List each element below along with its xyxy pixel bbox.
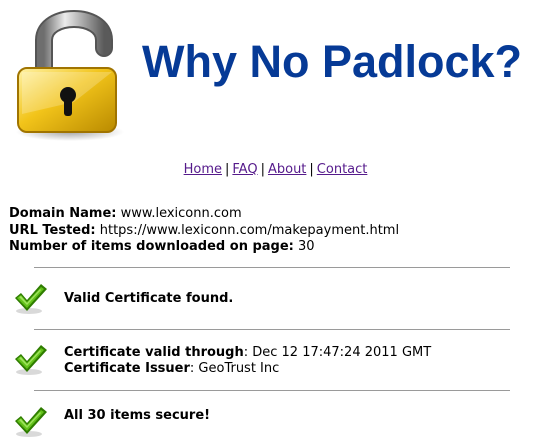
domain-name-value: www.lexiconn.com [120,206,242,221]
divider [34,390,510,391]
result-certificate-details: Certificate valid through: Dec 12 17:47:… [64,345,431,377]
valid-through-row: Certificate valid through: Dec 12 17:47:… [64,345,431,361]
divider [34,267,510,268]
url-tested-row: URL Tested: https://www.lexiconn.com/mak… [9,223,399,240]
checkmark-icon [15,284,47,314]
nav-separator: | [309,162,314,177]
nav-separator: | [260,162,265,177]
divider [34,329,510,330]
issuer-row: Certificate Issuer: GeoTrust Inc [64,361,431,377]
url-tested-value: https://www.lexiconn.com/makepayment.htm… [99,222,400,238]
nav-home-link[interactable]: Home [184,162,222,177]
items-downloaded-label: Number of items downloaded on page: [9,239,294,254]
items-downloaded-row: Number of items downloaded on page: 30 [9,239,399,256]
domain-name-row: Domain Name: www.lexiconn.com [9,206,399,223]
url-tested-label: URL Tested: [9,222,96,238]
nav-separator: | [225,162,230,177]
nav-about-link[interactable]: About [268,162,306,177]
result-certificate-found: Valid Certificate found. [64,291,233,307]
valid-through-value: : Dec 12 17:47:24 2011 GMT [243,345,432,360]
open-padlock-icon [16,10,124,141]
checkmark-icon [15,407,47,437]
issuer-label: Certificate Issuer [64,361,190,376]
valid-through-label: Certificate valid through [64,345,244,360]
top-nav: Home | FAQ | About | Contact [0,161,551,178]
items-downloaded-value: 30 [298,239,315,254]
certificate-found-text: Valid Certificate found. [64,291,234,306]
domain-name-label: Domain Name: [9,206,117,221]
site-title: Why No Padlock? [142,36,523,87]
checkmark-icon [15,345,47,375]
nav-contact-link[interactable]: Contact [317,162,368,177]
issuer-value: : GeoTrust Inc [189,361,280,376]
test-info: Domain Name: www.lexiconn.com URL Tested… [9,206,399,256]
items-secure-text: All 30 items secure! [64,408,211,423]
nav-faq-link[interactable]: FAQ [232,162,257,177]
result-items-secure: All 30 items secure! [64,408,210,424]
